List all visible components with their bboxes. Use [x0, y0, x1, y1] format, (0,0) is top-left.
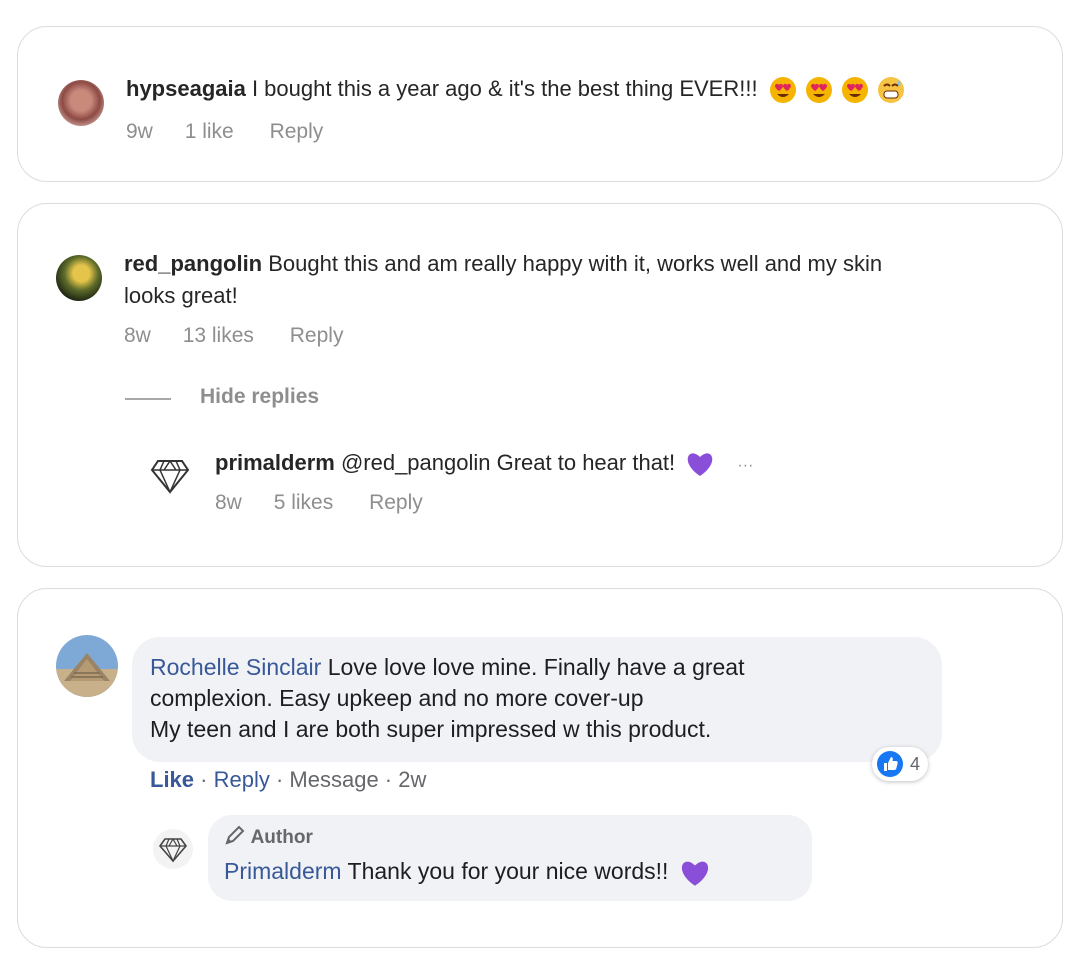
pencil-icon: [225, 825, 245, 845]
hide-replies-divider: [125, 398, 171, 400]
likes-count[interactable]: 13 likes: [183, 324, 254, 347]
reply-username[interactable]: primalderm: [215, 450, 335, 475]
username[interactable]: red_pangolin: [124, 251, 262, 276]
comment-actions: Like · Reply · Message · 2w: [150, 767, 426, 793]
user-avatar[interactable]: [56, 255, 102, 301]
comment-text: Love love love mine. Finally have a grea…: [321, 654, 745, 680]
comment-meta: 8w 13 likes Reply: [124, 324, 343, 348]
reply-button[interactable]: Reply: [214, 767, 270, 792]
more-options-button[interactable]: ···: [737, 457, 753, 474]
comment-text: I bought this a year ago & it's the best…: [245, 76, 758, 101]
reply-text: Thank you for your nice words!!: [341, 858, 669, 884]
comment-line3: My teen and I are both super impressed w…: [150, 716, 712, 742]
likes-count[interactable]: 1 like: [185, 120, 234, 143]
user-avatar[interactable]: [58, 80, 104, 126]
author-label: Author: [250, 827, 313, 848]
reply-button[interactable]: Reply: [270, 120, 324, 143]
comment-text: Bought this and am really happy with it,…: [262, 251, 883, 276]
comment-line2: complexion. Easy upkeep and no more cove…: [150, 685, 644, 711]
commenter-name[interactable]: Rochelle Sinclair: [150, 654, 321, 680]
comment-time: 9w: [126, 120, 153, 143]
reply-body: primalderm @red_pangolin Great to hear t…: [215, 447, 753, 482]
separator: ·: [269, 767, 290, 792]
reaction-summary[interactable]: 4: [872, 747, 929, 781]
grinning-sweat-emoji-icon: [878, 77, 905, 104]
reply-reply-button[interactable]: Reply: [369, 491, 423, 514]
purple-heart-icon: [688, 453, 713, 477]
comment-meta: 9w 1 like Reply: [126, 120, 323, 144]
like-reaction-icon: [877, 751, 903, 777]
diamond-logo-icon: [158, 838, 188, 863]
reply-time: 8w: [215, 491, 242, 514]
reply-likes-count[interactable]: 5 likes: [274, 491, 334, 514]
message-button[interactable]: Message: [289, 767, 378, 792]
user-avatar[interactable]: [56, 635, 118, 697]
username[interactable]: hypseagaia: [126, 76, 246, 101]
author-badge: Author: [224, 824, 313, 849]
reply-button[interactable]: Reply: [290, 324, 344, 347]
comment-line1: Rochelle Sinclair Love love love mine. F…: [150, 652, 745, 683]
heart-eyes-emoji-icon: [841, 77, 868, 104]
author-avatar[interactable]: [153, 829, 193, 869]
like-button[interactable]: Like: [150, 767, 194, 792]
author-reply-text: Primalderm Thank you for your nice words…: [224, 856, 711, 888]
comment-card: hypseagaia I bought this a year ago & it…: [17, 26, 1063, 182]
comment-body: hypseagaia I bought this a year ago & it…: [126, 73, 906, 105]
hide-replies-button[interactable]: Hide replies: [200, 385, 319, 409]
emoji-group: [768, 76, 906, 104]
comment-bubble: Rochelle Sinclair Love love love mine. F…: [132, 637, 942, 762]
heart-eyes-emoji-icon: [805, 77, 832, 104]
separator: ·: [194, 767, 214, 792]
author-name[interactable]: Primalderm: [224, 858, 342, 884]
purple-heart-icon: [681, 861, 708, 886]
author-reply-bubble: Author Primalderm Thank you for your nic…: [208, 815, 812, 901]
reply-meta: 8w 5 likes Reply: [215, 491, 423, 515]
reaction-count: 4: [910, 753, 921, 774]
heart-eyes-emoji-icon: [769, 77, 796, 104]
facebook-comment-card: Rochelle Sinclair Love love love mine. F…: [17, 588, 1063, 948]
diamond-logo-icon[interactable]: [150, 458, 190, 494]
comment-text-line2: looks great!: [124, 283, 238, 308]
comment-card: red_pangolin Bought this and am really h…: [17, 203, 1063, 567]
comment-body: red_pangolin Bought this and am really h…: [124, 248, 882, 280]
separator: ·: [378, 767, 399, 792]
comment-time[interactable]: 2w: [398, 767, 426, 792]
comment-time: 8w: [124, 324, 151, 347]
reply-text: @red_pangolin Great to hear that!: [334, 450, 676, 475]
